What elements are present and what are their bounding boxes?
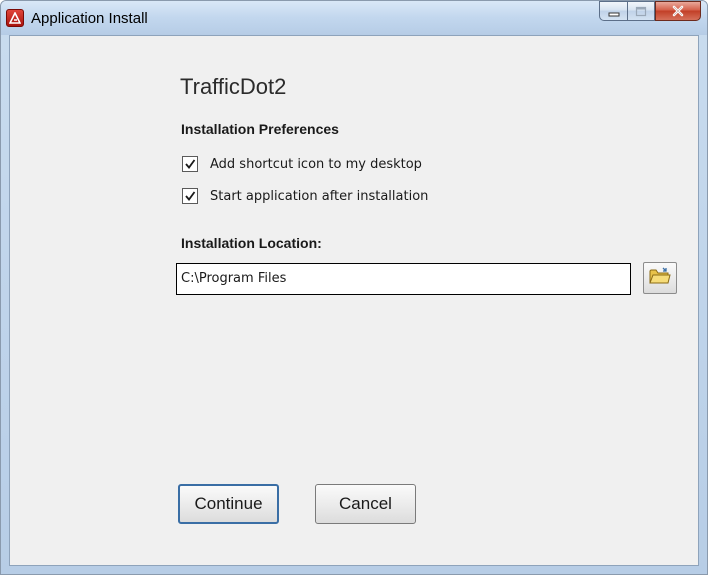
minimize-icon [608,2,620,21]
title-bar[interactable]: Application Install [1,1,707,35]
checkmark-icon [185,159,196,169]
close-icon [671,2,685,21]
installer-panel: TrafficDot2 Installation Preferences Add… [9,35,699,566]
checkmark-icon [185,191,196,201]
start-after-install-checkbox[interactable] [182,188,198,204]
cancel-button[interactable]: Cancel [315,484,416,524]
window-controls [599,1,701,23]
continue-button[interactable]: Continue [178,484,279,524]
application-name: TrafficDot2 [180,74,287,99]
browse-folder-button[interactable] [643,262,677,294]
minimize-button[interactable] [599,1,627,21]
add-shortcut-label: Add shortcut icon to my desktop [210,156,422,172]
install-location-field[interactable]: C:\Program Files [176,263,631,295]
folder-icon [649,267,671,289]
preferences-heading: Installation Preferences [181,121,339,137]
option-add-shortcut[interactable]: Add shortcut icon to my desktop [182,154,422,174]
close-button[interactable] [655,1,701,21]
maximize-button[interactable] [627,1,655,21]
location-heading: Installation Location: [181,235,322,251]
start-after-install-label: Start application after installation [210,188,429,204]
maximize-icon [635,2,647,21]
adobe-air-icon [6,9,24,27]
add-shortcut-checkbox[interactable] [182,156,198,172]
window-title: Application Install [31,10,148,27]
install-window: Application Install TrafficDot2 Installa… [0,0,708,575]
option-start-after-install[interactable]: Start application after installation [182,186,428,206]
